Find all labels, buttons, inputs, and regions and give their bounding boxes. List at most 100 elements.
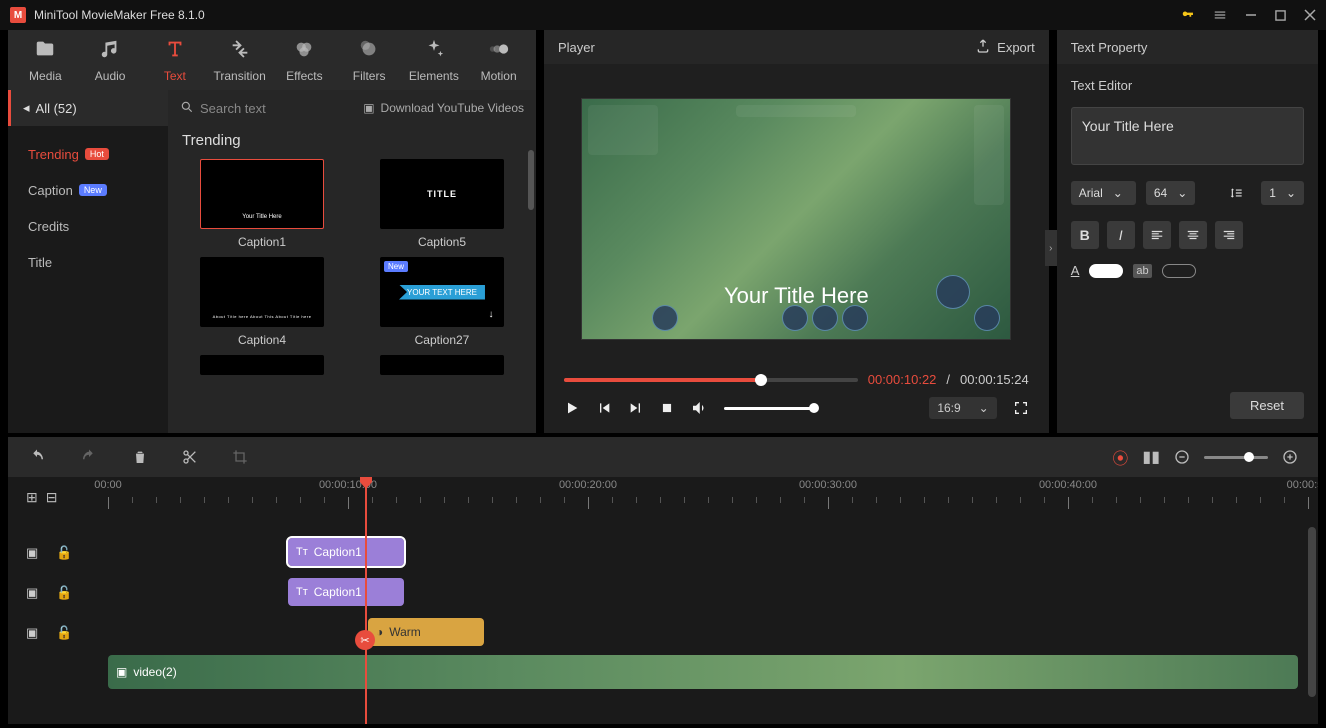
playhead[interactable]: ✂ [365, 477, 367, 724]
fullscreen-icon[interactable] [1013, 400, 1029, 416]
lock-icon[interactable]: 🔓 [56, 585, 72, 601]
upgrade-key-icon[interactable] [1181, 8, 1195, 22]
split-button[interactable] [182, 449, 198, 465]
zoom-in-button[interactable] [1282, 449, 1298, 465]
preview-overlay-text: Your Title Here [724, 283, 869, 309]
text-color-icon: A [1071, 263, 1080, 278]
time-total: 00:00:15:24 [960, 372, 1029, 387]
font-select[interactable]: Arial⌄ [1071, 181, 1136, 205]
text-editor[interactable]: Your Title Here [1071, 107, 1304, 165]
tab-elements[interactable]: Elements [407, 33, 462, 87]
reset-button[interactable]: Reset [1230, 392, 1304, 419]
prev-button[interactable] [596, 400, 612, 416]
tab-audio[interactable]: Audio [83, 33, 138, 87]
close-icon[interactable] [1304, 9, 1316, 21]
bold-button[interactable]: B [1071, 221, 1099, 249]
highlight-color-swatch[interactable] [1162, 264, 1196, 278]
text-track-1: ▣ 🔓 Tт Caption1 [8, 533, 1318, 573]
asset-gallery: Search text ▣ Download YouTube Videos Tr… [168, 90, 536, 433]
music-icon [99, 38, 121, 65]
asset-item[interactable]: About Title here About This About Title … [182, 257, 342, 347]
zoom-slider[interactable] [1204, 456, 1268, 459]
export-icon [975, 38, 991, 57]
highlight-icon: ab [1133, 264, 1151, 278]
sparkle-icon [423, 38, 445, 65]
volume-icon[interactable] [690, 399, 708, 417]
collapse-props-icon[interactable]: › [1045, 230, 1057, 266]
app-logo: M [10, 7, 26, 23]
export-button[interactable]: Export [975, 38, 1035, 57]
video-icon: ▣ [116, 665, 127, 679]
stop-button[interactable] [660, 401, 674, 415]
tab-text[interactable]: Text [148, 33, 203, 87]
redo-button[interactable] [80, 448, 98, 466]
search-input[interactable]: Search text [180, 100, 266, 117]
maximize-icon[interactable] [1275, 10, 1286, 21]
timeline[interactable]: ⊞ ⊟ 00:0000:00:10:0000:00:20:0000:00:30:… [8, 477, 1318, 724]
tab-transition[interactable]: Transition [212, 33, 267, 87]
crop-button[interactable] [232, 449, 248, 465]
text-color-swatch[interactable] [1089, 264, 1123, 278]
asset-item[interactable] [182, 355, 342, 375]
delete-button[interactable] [132, 449, 148, 465]
download-icon[interactable]: ↓ [482, 305, 500, 323]
gallery-section-title: Trending [168, 126, 536, 159]
asset-item[interactable]: Your Title Here Caption1 [182, 159, 342, 249]
add-track-icon[interactable]: ⊞ [26, 489, 38, 506]
italic-button[interactable]: I [1107, 221, 1135, 249]
clip-video[interactable]: ▣ video(2) [108, 655, 1298, 689]
scrollbar[interactable] [1308, 527, 1316, 697]
size-select[interactable]: 64⌄ [1146, 181, 1195, 205]
zoom-out-button[interactable] [1174, 449, 1190, 465]
minimize-icon[interactable] [1245, 9, 1257, 21]
tab-filters[interactable]: Filters [342, 33, 397, 87]
titlebar: M MiniTool MovieMaker Free 8.1.0 [0, 0, 1326, 30]
category-credits[interactable]: Credits [8, 208, 168, 244]
volume-slider[interactable] [724, 407, 814, 410]
player-panel: Player Export Your Title Here 00: [544, 30, 1049, 433]
chevron-down-icon: ⌄ [1286, 186, 1296, 200]
play-button[interactable] [564, 400, 580, 416]
category-caption[interactable]: CaptionNew [8, 172, 168, 208]
seek-bar[interactable]: 00:00:10:22 / 00:00:15:24 [544, 362, 1049, 387]
asset-item[interactable]: TITLE Caption5 [362, 159, 522, 249]
timeline-ruler[interactable]: ⊞ ⊟ 00:0000:00:10:0000:00:20:0000:00:30:… [8, 477, 1318, 517]
clip-caption[interactable]: Tт Caption1 [288, 538, 404, 566]
text-icon [164, 38, 186, 65]
effects-icon [293, 38, 315, 65]
clip-caption[interactable]: Tт Caption1 [288, 578, 404, 606]
asset-item[interactable]: New YOUR TEXT HERE ↓ Caption27 [362, 257, 522, 347]
lock-icon[interactable]: 🔓 [56, 545, 72, 561]
chevron-down-icon: ⌄ [979, 401, 989, 415]
download-youtube-link[interactable]: ▣ Download YouTube Videos [363, 101, 524, 115]
undo-button[interactable] [28, 448, 46, 466]
video-preview[interactable]: Your Title Here [581, 98, 1011, 340]
chevron-down-icon: ⌄ [1177, 186, 1187, 200]
time-current: 00:00:10:22 [868, 372, 937, 387]
clip-filter[interactable]: ◑ Warm [368, 618, 484, 646]
align-center-button[interactable] [1179, 221, 1207, 249]
menu-icon[interactable] [1213, 8, 1227, 22]
asset-item[interactable] [362, 355, 522, 375]
filter-track: ▣ 🔓 ◑ Warm [8, 613, 1318, 653]
next-button[interactable] [628, 400, 644, 416]
category-title[interactable]: Title [8, 244, 168, 280]
remove-track-icon[interactable]: ⊟ [46, 489, 58, 506]
tab-media[interactable]: Media [18, 33, 73, 87]
tab-motion[interactable]: Motion [471, 33, 526, 87]
scissors-icon[interactable]: ✂ [355, 630, 375, 650]
line-spacing-select[interactable]: 1⌄ [1261, 181, 1304, 205]
tab-effects[interactable]: Effects [277, 33, 332, 87]
text-track-2: ▣ 🔓 Tт Caption1 [8, 573, 1318, 613]
align-left-button[interactable] [1143, 221, 1171, 249]
aspect-ratio-select[interactable]: 16:9⌄ [929, 397, 996, 419]
align-right-button[interactable] [1215, 221, 1243, 249]
category-all[interactable]: ◂ All (52) [8, 90, 168, 126]
magnet-icon[interactable]: ▮▮ [1142, 447, 1160, 467]
motion-icon [488, 38, 510, 65]
new-badge: New [79, 184, 107, 196]
category-trending[interactable]: TrendingHot [8, 136, 168, 172]
snap-icon[interactable]: ⦿ [1112, 445, 1128, 469]
new-badge: New [384, 261, 408, 272]
scrollbar[interactable] [528, 150, 534, 210]
